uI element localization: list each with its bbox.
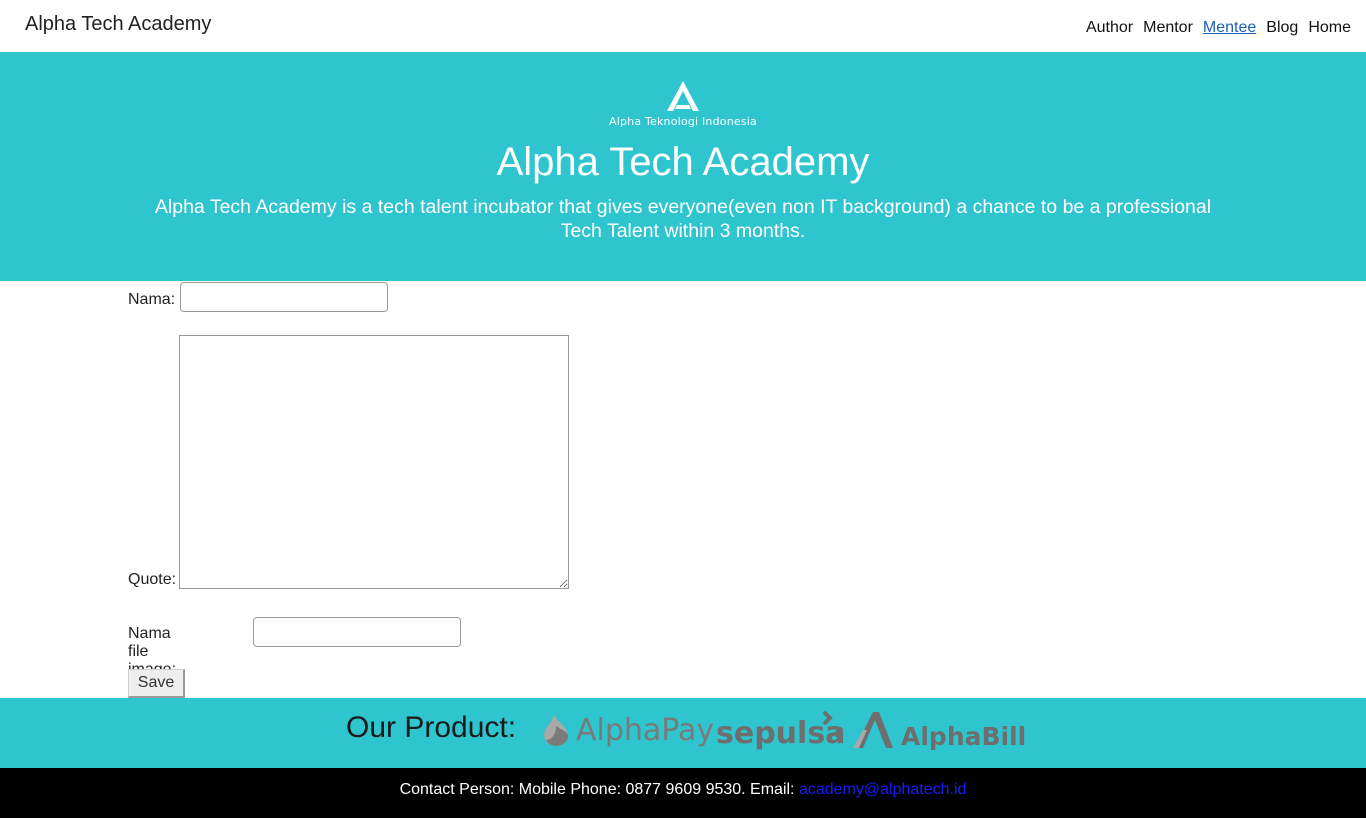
footer-contact-line: Contact Person: Mobile Phone: 0877 9609 … <box>0 781 1366 799</box>
products-title: Our Product: <box>346 711 517 744</box>
quote-textarea[interactable] <box>179 335 569 589</box>
sepulsa-arrows-icon <box>822 710 844 742</box>
alphabill-text: AlphaBill <box>901 722 1027 751</box>
nav-link-mentee[interactable]: Mentee <box>1203 19 1256 37</box>
alpha-logo: Alpha Teknologi Indonesia <box>0 79 1366 139</box>
contact-text: Contact Person: Mobile Phone: 0877 9609 … <box>399 781 795 798</box>
alphapay-drop-icon <box>544 714 568 746</box>
footer: Contact Person: Mobile Phone: 0877 9609 … <box>0 768 1366 818</box>
alpha-logo-text: Alpha Teknologi Indonesia <box>609 115 757 128</box>
products-section: Our Product: AlphaPay sepulsa AlphaBill <box>0 698 1366 768</box>
nama-input[interactable] <box>180 282 388 312</box>
image-filename-input[interactable] <box>253 617 461 647</box>
alphapay-text: AlphaPay <box>576 713 715 748</box>
nav-link-blog[interactable]: Blog <box>1266 19 1298 37</box>
navbar: Alpha Tech Academy Author Mentor Mentee … <box>0 0 1366 52</box>
nav-links: Author Mentor Mentee Blog Home <box>1086 19 1351 37</box>
nama-label: Nama: <box>128 291 176 308</box>
quote-label: Quote: <box>128 571 177 588</box>
nav-link-mentor[interactable]: Mentor <box>1143 19 1193 37</box>
hero-banner: Alpha Teknologi Indonesia Alpha Tech Aca… <box>0 52 1366 281</box>
hero-description: Alpha Tech Academy is a tech talent incu… <box>154 196 1212 242</box>
brand-link[interactable]: Alpha Tech Academy <box>25 13 211 36</box>
alpha-a-icon <box>667 81 699 111</box>
nav-link-author[interactable]: Author <box>1086 19 1133 37</box>
email-link[interactable]: academy@alphatech.id <box>799 781 966 798</box>
save-button[interactable]: Save <box>128 669 185 698</box>
hero-title: Alpha Tech Academy <box>496 140 870 184</box>
nav-link-home[interactable]: Home <box>1308 19 1351 37</box>
alphabill-a-icon <box>853 712 893 748</box>
